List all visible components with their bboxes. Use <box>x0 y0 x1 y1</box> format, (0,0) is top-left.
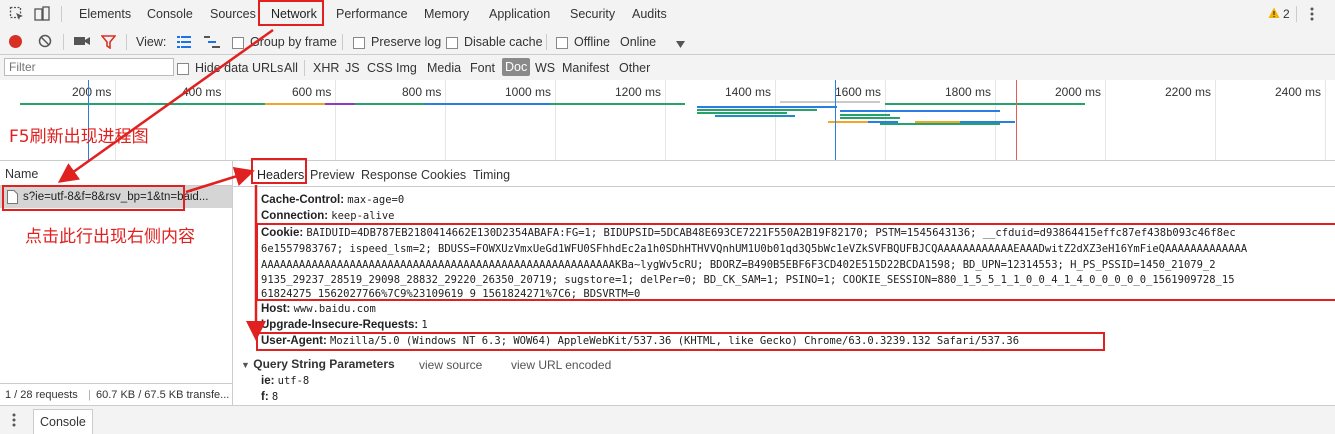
arrow-network-to-row <box>57 28 274 183</box>
arrow-row-to-headers <box>185 166 255 194</box>
annotation-arrows <box>57 28 274 341</box>
drawer-console-tab[interactable]: Console <box>33 409 93 434</box>
drawer-menu-icon[interactable] <box>12 413 16 430</box>
drawer-console-label: Console <box>40 415 86 429</box>
console-drawer: Console <box>0 405 1335 434</box>
